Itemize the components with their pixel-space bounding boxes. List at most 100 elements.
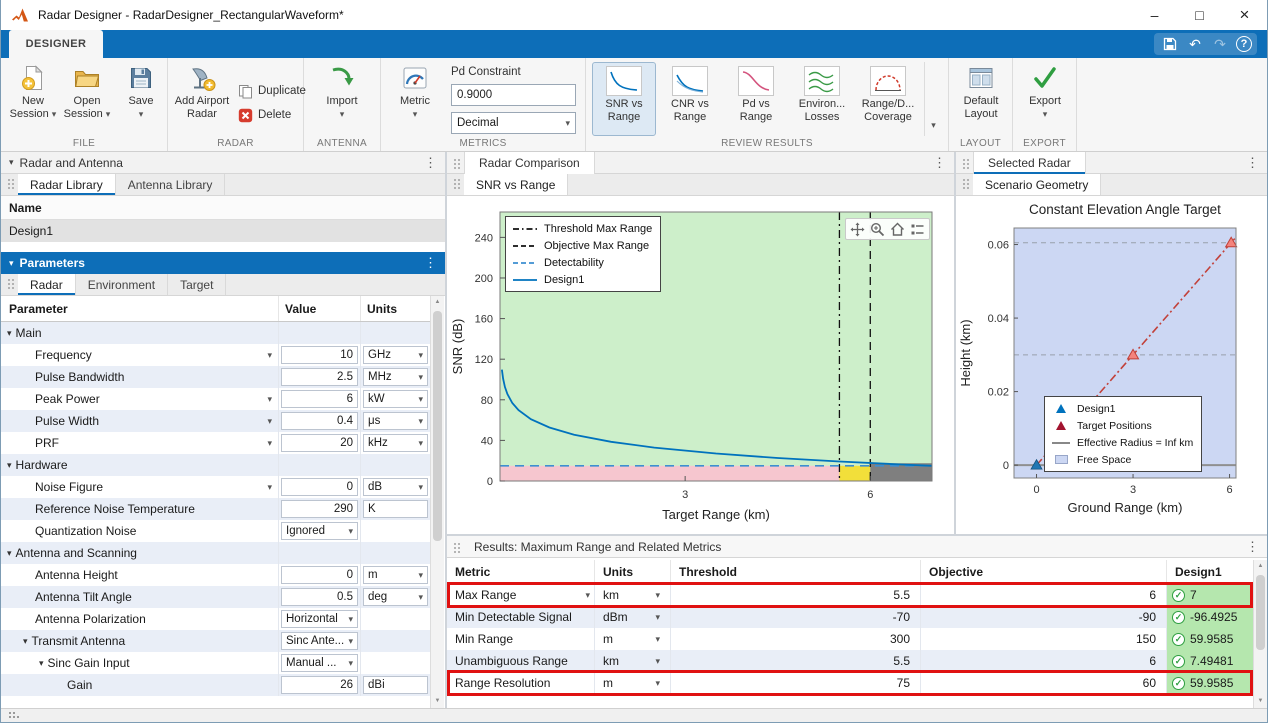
scroll-down-icon[interactable]: ▼ [1254,695,1267,708]
value-dropdown-antenna-polarization[interactable]: Horizontal▾ [281,610,358,628]
value-field-reference-noise-temperature[interactable]: 290 [281,500,358,518]
collapse-icon[interactable]: ▾ [9,157,14,168]
drag-grip-icon[interactable] [7,278,15,291]
duplicate-button[interactable]: Duplicate [232,80,312,102]
format-combo[interactable]: Decimal ▾ [451,112,576,134]
metric-button[interactable]: Metric▾ [387,61,443,135]
param-row-gain[interactable]: Gain26dBi [1,674,430,696]
tab-antenna-library[interactable]: Antenna Library [116,174,226,195]
param-row-peak-power[interactable]: Peak Power▾6kW▾ [1,388,430,410]
param-row-pulse-bandwidth[interactable]: Pulse Bandwidth2.5MHz▾ [1,366,430,388]
pd-constraint-input[interactable] [451,84,576,106]
units-dropdown-gain[interactable]: dBi [363,676,428,694]
column-header-parameter[interactable]: Parameter [1,296,279,321]
zoom-in-icon[interactable] [869,221,886,237]
axes-menu-icon[interactable] [909,221,926,237]
undo-icon[interactable]: ↶ [1184,34,1206,54]
param-row-prf[interactable]: PRF▾20kHz▾ [1,432,430,454]
result-row-range-resolution[interactable]: Range Resolutionm▾7560✓59.9585 [447,672,1253,694]
geometry-chart-area[interactable]: 03600.020.040.06Ground Range (km)Height … [956,196,1267,534]
range-doppler-coverage-button[interactable]: Range/D...Coverage [856,62,920,136]
result-row-max-range[interactable]: Max Range▾km▾5.56✓7 [447,584,1253,606]
value-field-peak-power[interactable]: 6 [281,390,358,408]
pd-vs-range-button[interactable]: Pd vsRange [724,62,788,136]
value-dropdown-transmit-antenna[interactable]: Sinc Ante...▾ [281,632,358,650]
units-dropdown-reference-noise-temperature[interactable]: K [363,500,428,518]
value-field-gain[interactable]: 26 [281,676,358,694]
param-row-noise-figure[interactable]: Noise Figure▾0dB▾ [1,476,430,498]
parameters-menu-icon[interactable]: ⋮ [424,255,437,271]
quick-save-icon[interactable] [1159,34,1181,54]
units-dropdown-min-range[interactable]: m▾ [595,628,671,650]
save-button[interactable]: Save▾ [113,61,169,135]
redo-icon[interactable]: ↷ [1209,34,1231,54]
panel-menu-icon[interactable]: ⋮ [1246,155,1259,171]
import-button[interactable]: Import▾ [314,61,370,135]
param-row-quantization-noise[interactable]: Quantization NoiseIgnored▾ [1,520,430,542]
resize-grip-icon[interactable] [9,712,21,721]
value-field-frequency[interactable]: 10 [281,346,358,364]
tab-selected-radar[interactable]: Selected Radar [973,152,1086,174]
tab-target[interactable]: Target [168,274,226,295]
value-dropdown-sinc-gain-input[interactable]: Manual ...▾ [281,654,358,672]
result-row-min-range[interactable]: Min Rangem▾300150✓59.9585 [447,628,1253,650]
tab-designer[interactable]: DESIGNER [9,30,103,58]
param-row-antenna-polarization[interactable]: Antenna PolarizationHorizontal▾ [1,608,430,630]
environment-losses-button[interactable]: Environ...Losses [790,62,854,136]
radar-antenna-panel-header[interactable]: ▾ Radar and Antenna ⋮ [1,152,445,174]
result-row-min-detectable-signal[interactable]: Min Detectable SignaldBm▾-70-90✓-96.4925 [447,606,1253,628]
home-icon[interactable] [889,221,906,237]
tab-snr-vs-range[interactable]: SNR vs Range [464,174,568,195]
tab-radar-library[interactable]: Radar Library [18,174,116,195]
tab-radar[interactable]: Radar [18,274,76,295]
units-dropdown-unambiguous-range[interactable]: km▾ [595,650,671,672]
scrollbar-thumb[interactable] [433,311,442,541]
value-field-antenna-tilt-angle[interactable]: 0.5 [281,588,358,606]
param-row-sinc-gain-input[interactable]: ▾Sinc Gain InputManual ...▾ [1,652,430,674]
drag-grip-icon[interactable] [453,158,461,171]
param-row-antenna-tilt-angle[interactable]: Antenna Tilt Angle0.5deg▾ [1,586,430,608]
gallery-expand-button[interactable]: ▾ [924,62,942,136]
panel-menu-icon[interactable]: ⋮ [424,155,437,171]
param-row-antenna-and-scanning[interactable]: ▾Antenna and Scanning [1,542,430,564]
panel-menu-icon[interactable]: ⋮ [933,155,946,171]
drag-grip-icon[interactable] [962,158,970,171]
units-dropdown-range-resolution[interactable]: m▾ [595,672,671,694]
value-field-prf[interactable]: 20 [281,434,358,452]
collapse-icon[interactable]: ▾ [9,258,14,269]
export-button[interactable]: Export▾ [1017,61,1073,135]
parameters-section-header[interactable]: ▾ Parameters ⋮ [1,252,445,274]
column-header-value[interactable]: Value [279,296,361,321]
default-layout-button[interactable]: DefaultLayout [953,61,1009,135]
column-header-units[interactable]: Units [361,296,430,321]
scroll-up-icon[interactable]: ▲ [431,296,444,309]
pan-icon[interactable] [849,221,866,237]
scrollbar-thumb[interactable] [1256,575,1265,650]
units-dropdown-antenna-tilt-angle[interactable]: deg▾ [363,588,428,606]
open-session-button[interactable]: OpenSession▾ [59,61,115,135]
column-header-threshold[interactable]: Threshold [671,560,921,583]
result-row-unambiguous-range[interactable]: Unambiguous Rangekm▾5.56✓7.49481 [447,650,1253,672]
drag-grip-icon[interactable] [453,178,461,191]
value-field-pulse-width[interactable]: 0.4 [281,412,358,430]
column-header-objective[interactable]: Objective [921,560,1167,583]
cnr-vs-range-button[interactable]: CNR vsRange [658,62,722,136]
minimize-button[interactable]: – [1132,0,1177,30]
design-row[interactable]: Design1 [1,220,445,242]
scroll-up-icon[interactable]: ▲ [1254,560,1267,573]
delete-button[interactable]: Delete [232,104,297,126]
units-dropdown-peak-power[interactable]: kW▾ [363,390,428,408]
drag-grip-icon[interactable] [962,178,970,191]
snr-chart-area[interactable]: 0408012016020024036Target Range (km)SNR … [447,196,954,534]
maximize-button[interactable]: □ [1177,0,1222,30]
new-session-button[interactable]: NewSession▾ [5,61,61,135]
units-dropdown-pulse-width[interactable]: μs▾ [363,412,428,430]
drag-grip-icon[interactable] [7,178,15,191]
results-menu-icon[interactable]: ⋮ [1246,539,1259,555]
tab-radar-comparison[interactable]: Radar Comparison [464,152,595,174]
help-icon[interactable]: ? [1236,36,1252,52]
units-dropdown-pulse-bandwidth[interactable]: MHz▾ [363,368,428,386]
drag-grip-icon[interactable] [453,542,461,555]
column-header-design1[interactable]: Design1 [1167,560,1253,583]
param-row-frequency[interactable]: Frequency▾10GHz▾ [1,344,430,366]
